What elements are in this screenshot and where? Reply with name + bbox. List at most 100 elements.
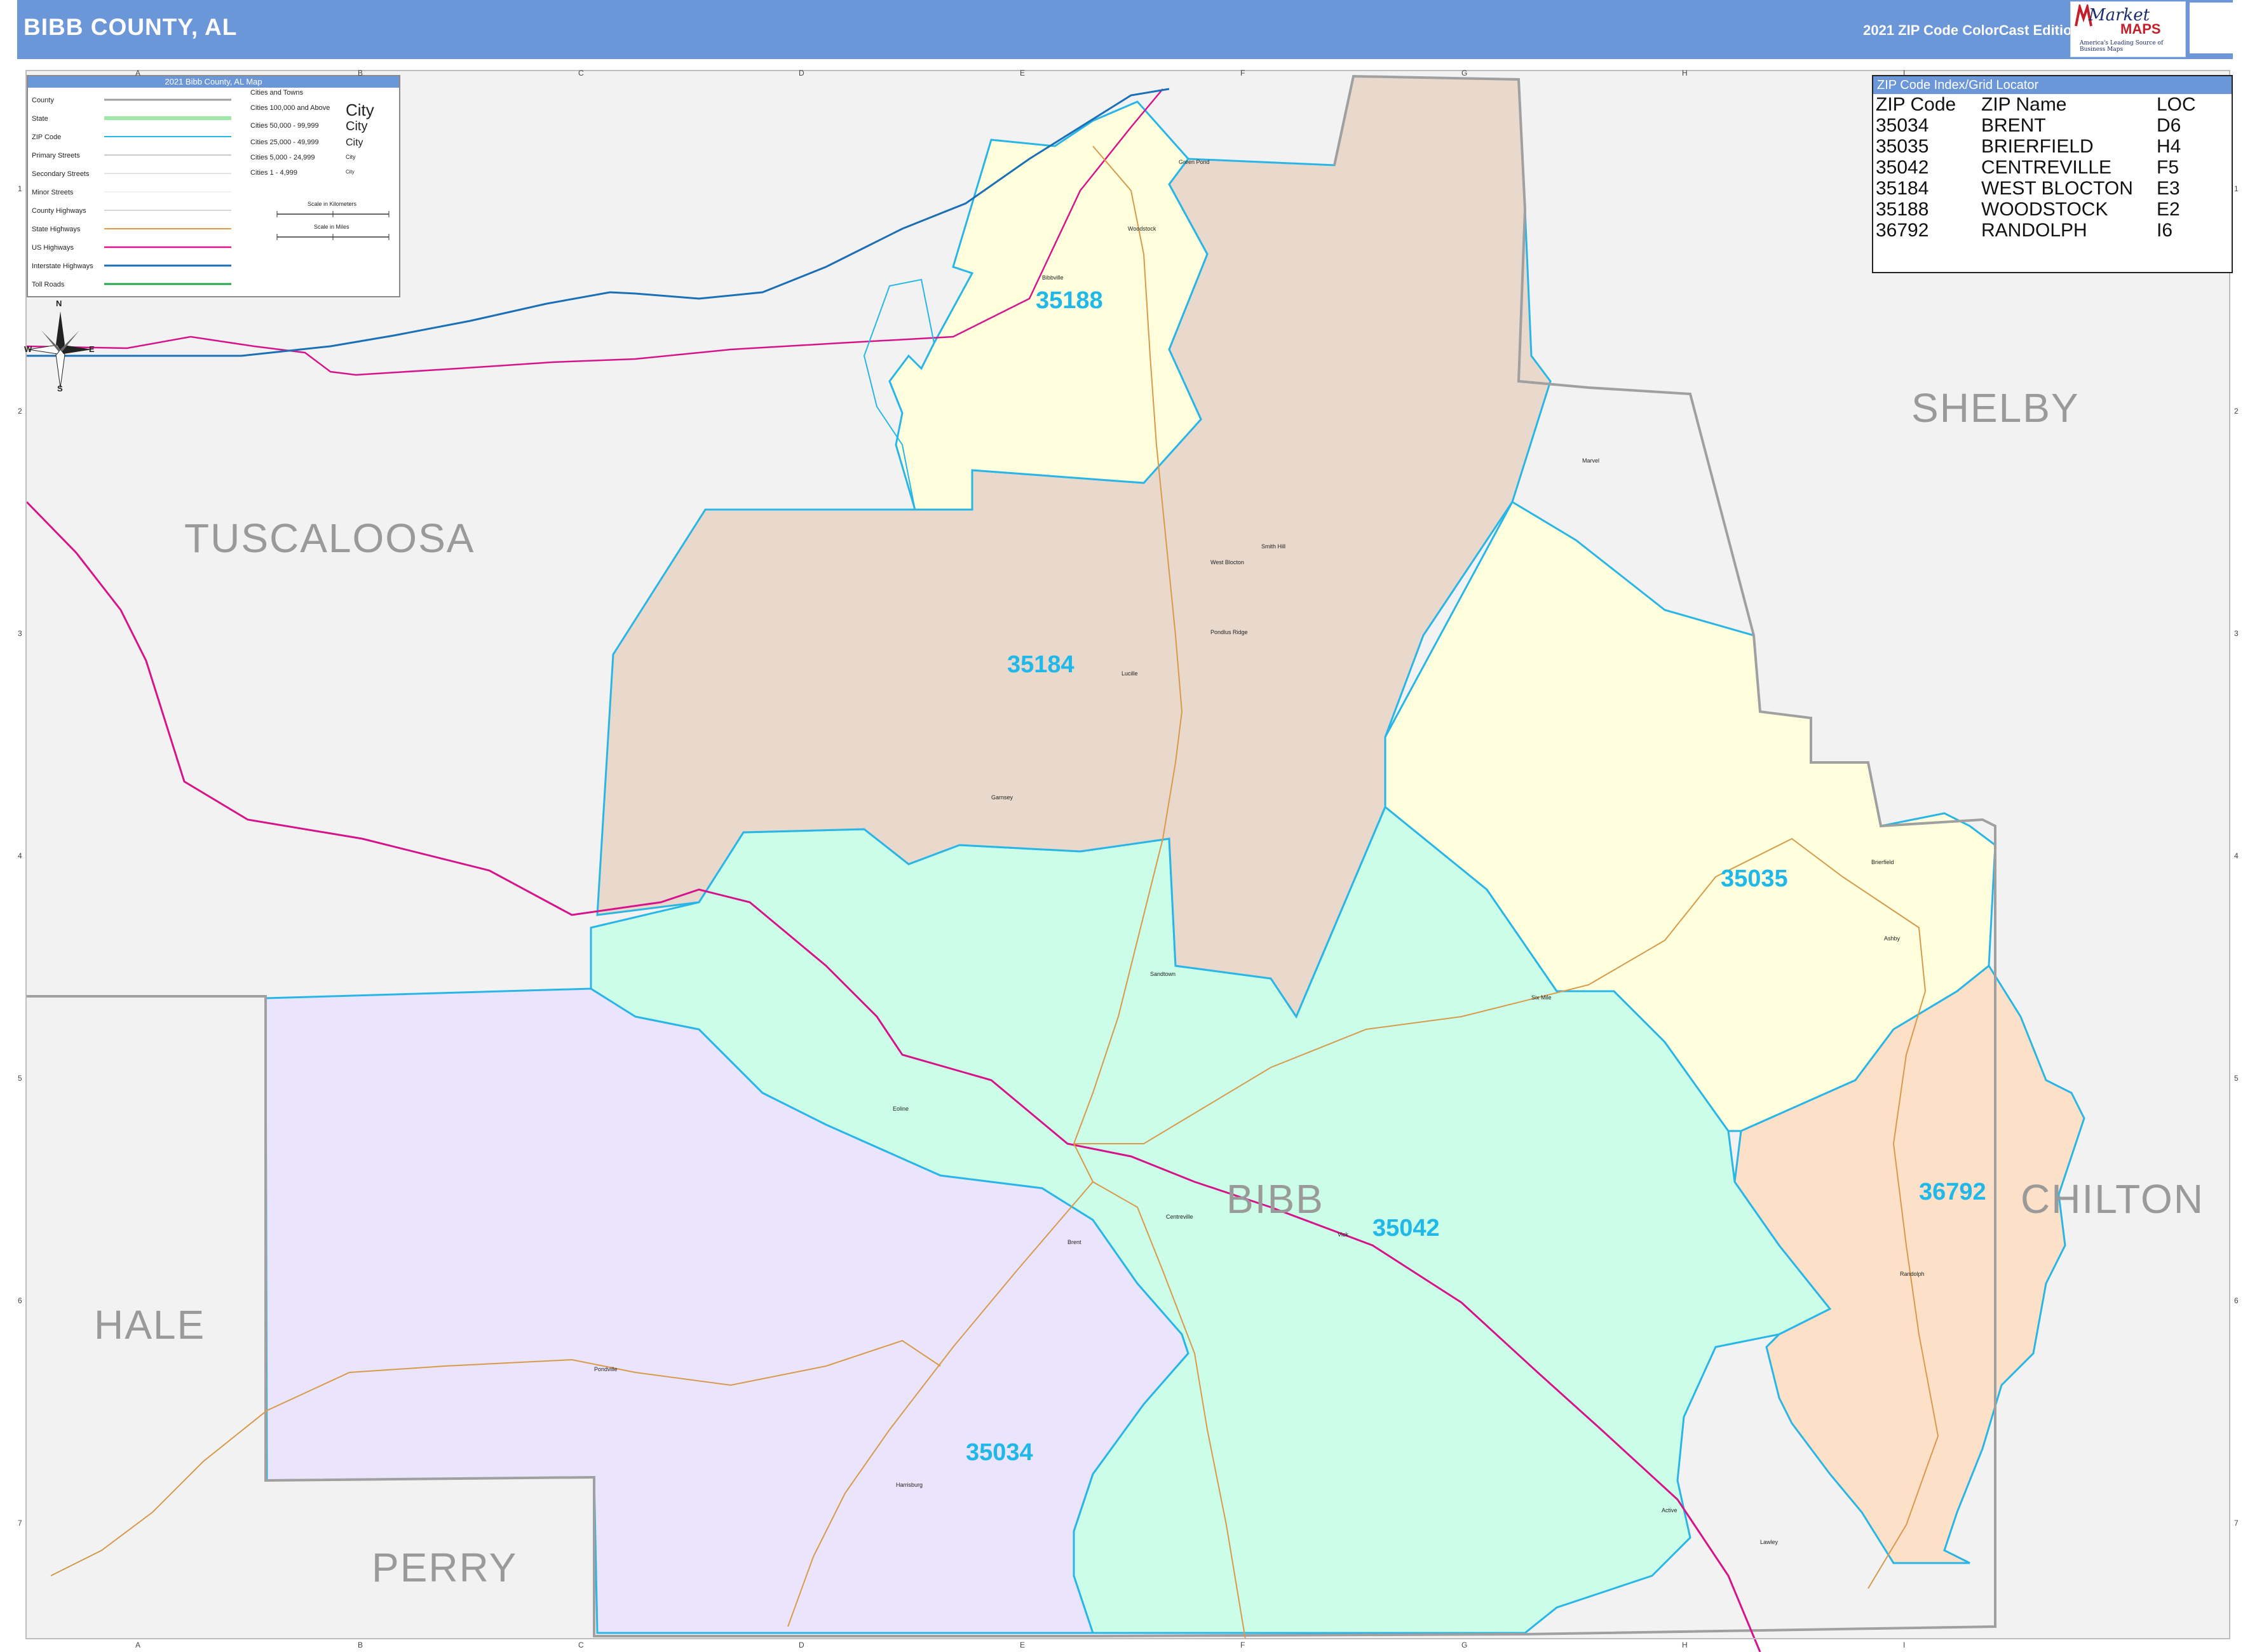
- table-row: 35188 WOODSTOCK E2: [1876, 199, 2200, 220]
- grid-row-label: 6: [2234, 1296, 2239, 1305]
- grid-col-label: G: [1461, 69, 1468, 78]
- place-label: Sandtown: [1150, 971, 1176, 977]
- place-label: Marvel: [1582, 457, 1600, 464]
- grid-col-label: E: [1020, 69, 1026, 78]
- grid-row-label: 3: [2234, 629, 2239, 638]
- zip-label-35034: 35034: [966, 1439, 1033, 1466]
- zip-loc: E2: [2157, 199, 2180, 220]
- grid-row-label: 1: [18, 184, 22, 193]
- place-label: Randolph: [1900, 1271, 1925, 1277]
- table-row: 35034 BRENT D6: [1876, 115, 2200, 136]
- grid-col-label: H: [1682, 69, 1688, 78]
- grid-row-label: 5: [18, 1074, 22, 1083]
- county-label-chilton: CHILTON: [2021, 1176, 2204, 1222]
- compass-w: W: [24, 344, 32, 354]
- table-row: 35042 CENTREVILLE F5: [1876, 157, 2200, 178]
- place-label: Eoline: [893, 1106, 909, 1112]
- place-label: Brent: [1067, 1239, 1081, 1245]
- grid-row-label: 1: [2234, 184, 2239, 193]
- compass-rose-icon: N S E W: [24, 299, 95, 394]
- zip-index-table: ZIP Code Index/Grid Locator ZIP Code ZIP…: [1872, 75, 2233, 273]
- legend-scale-mi: Scale in Miles: [314, 224, 349, 230]
- place-label: Green Pond: [1179, 159, 1210, 165]
- grid-col-label: I: [1903, 69, 1906, 78]
- legend-row-toll: Toll Roads: [32, 281, 65, 288]
- place-label: Woodstock: [1128, 226, 1156, 232]
- zip-name: RANDOLPH: [1981, 220, 2087, 241]
- legend-city-range-1: Cities 100,000 and Above: [250, 104, 330, 112]
- legend-samples: [104, 98, 231, 285]
- zip-loc: H4: [2157, 136, 2181, 157]
- grid-col-label: C: [578, 1641, 584, 1649]
- legend-city-range-5: Cities 1 - 4,999: [250, 169, 297, 177]
- zip-name: BRENT: [1981, 115, 2046, 136]
- grid-col-label: C: [578, 69, 584, 78]
- zip-index-col-name: ZIP Name: [1981, 94, 2067, 115]
- place-label: Ashby: [1884, 935, 1901, 942]
- legend-row-county: County: [32, 97, 54, 104]
- county-label-shelby: SHELBY: [1911, 385, 2080, 431]
- legend-row-state: State: [32, 115, 48, 123]
- zip-index-col-zip: ZIP Code: [1876, 94, 1956, 115]
- grid-col-label: F: [1240, 1641, 1245, 1649]
- zip-code: 35035: [1876, 136, 1929, 157]
- legend-row-state-hwy: State Highways: [32, 226, 81, 233]
- zip-loc: E3: [2157, 178, 2180, 199]
- grid-col-label: D: [799, 69, 804, 78]
- grid-col-label: D: [799, 1641, 804, 1649]
- compass-e: E: [89, 344, 95, 354]
- legend-scale-km: Scale in Kilometers: [308, 201, 357, 207]
- county-label-bibb: BIBB: [1226, 1176, 1324, 1222]
- legend-city-sample-4: City: [346, 154, 356, 160]
- zip-label-35042: 35042: [1372, 1215, 1440, 1242]
- place-label: Pondlus Ridge: [1210, 629, 1248, 635]
- grid-row-label: 3: [18, 629, 22, 638]
- grid-col-label: H: [1682, 1641, 1688, 1649]
- zip-code: 35188: [1876, 199, 1929, 220]
- grid-col-label: B: [358, 1641, 363, 1649]
- compass-s: S: [57, 384, 63, 393]
- zip-index-title: ZIP Code Index/Grid Locator: [1873, 76, 2232, 94]
- legend-city-range-3: Cities 25,000 - 49,999: [250, 139, 319, 146]
- zip-loc: I6: [2157, 220, 2173, 241]
- zip-label-35035: 35035: [1721, 865, 1788, 892]
- legend-row-interstate: Interstate Highways: [32, 262, 93, 270]
- zip-index-grid: ZIP Code ZIP Name LOC 35034 BRENT D6 35035…: [1876, 94, 2200, 241]
- place-label: Six Mile: [1531, 994, 1552, 1001]
- zip-name: WOODSTOCK: [1981, 199, 2108, 220]
- compass-star-icon: [28, 311, 92, 388]
- place-label: Vick: [1338, 1231, 1348, 1238]
- legend-city-sample-1: City: [346, 100, 374, 119]
- grid-row-label: 4: [18, 851, 22, 860]
- zip-loc: D6: [2157, 115, 2181, 136]
- place-label: Lawley: [1760, 1539, 1779, 1545]
- compass-n: N: [56, 299, 62, 308]
- grid-col-label: I: [1903, 1641, 1906, 1649]
- legend-city-sample-3: City: [346, 137, 363, 148]
- zip-name: WEST BLOCTON: [1981, 178, 2133, 199]
- legend-city-range-4: Cities 5,000 - 24,999: [250, 154, 315, 161]
- legend-row-minor: Minor Streets: [32, 189, 74, 196]
- legend-row-us-hwy: US Highways: [32, 244, 74, 252]
- legend-city-sample-2: City: [346, 119, 368, 133]
- legend-city-sample-5: City: [346, 169, 355, 175]
- grid-row-label: 6: [18, 1296, 22, 1305]
- grid-row-label: 7: [2234, 1519, 2239, 1527]
- grid-row-label: 2: [18, 407, 22, 416]
- legend-row-primary: Primary Streets: [32, 152, 80, 159]
- scale-bar-mi: [276, 234, 390, 240]
- zip-index-header-row: ZIP Code ZIP Name LOC: [1876, 94, 2200, 115]
- grid-col-label: A: [135, 1641, 141, 1649]
- place-label: Active: [1662, 1507, 1677, 1513]
- legend-cities-title: Cities and Towns: [250, 89, 303, 97]
- table-row: 35035 BRIERFIELD H4: [1876, 136, 2200, 157]
- grid-col-label: B: [358, 69, 363, 78]
- place-label: Bibbville: [1042, 274, 1064, 281]
- county-label-tuscaloosa: TUSCALOOSA: [184, 515, 475, 561]
- zip-name: CENTREVILLE: [1981, 157, 2112, 178]
- grid-row-label: 2: [2234, 407, 2239, 416]
- place-label: Brierfield: [1871, 859, 1894, 865]
- zip-name: BRIERFIELD: [1981, 136, 2094, 157]
- place-label: Harrisburg: [896, 1482, 923, 1488]
- grid-col-label: F: [1240, 69, 1245, 78]
